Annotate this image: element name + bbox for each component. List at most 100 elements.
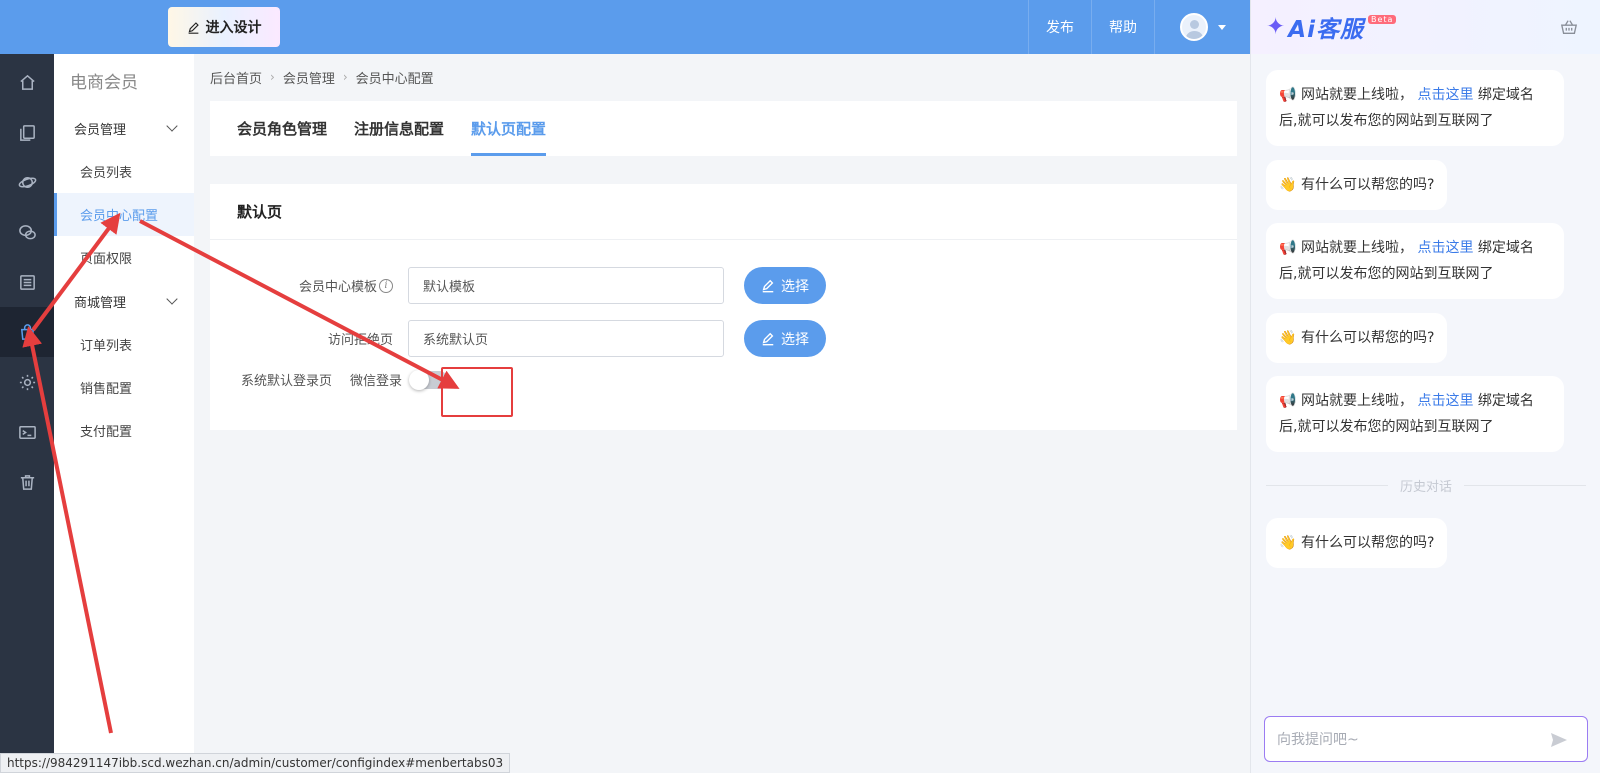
help-button[interactable]: 帮助 (1091, 0, 1154, 54)
rail-trash[interactable] (0, 457, 54, 507)
tab-default-page-config[interactable]: 默认页配置 (471, 101, 547, 156)
sidebar-item-payment-config[interactable]: 支付配置 (54, 409, 194, 452)
home-icon (19, 74, 35, 90)
sidebar-title: 电商会员 (70, 72, 138, 93)
template-input[interactable]: 默认模板 (408, 267, 724, 304)
greet-text: 有什么可以帮您的吗? (1301, 535, 1435, 551)
login-page-row: 系统默认登录页 微信登录 (210, 369, 449, 390)
deny-page-input[interactable]: 系统默认页 (408, 320, 724, 357)
sidebar-item-page-permissions[interactable]: 页面权限 (54, 236, 194, 279)
sidebar-item-member-list[interactable]: 会员列表 (54, 150, 194, 193)
breadcrumb: 后台首页 › 会员管理 › 会员中心配置 (210, 66, 434, 88)
secondary-sidebar: 电商会员 会员管理 会员列表 会员中心配置 页面权限 商城管理 订单列表 销售配… (54, 54, 194, 773)
rail-terminal[interactable] (0, 407, 54, 457)
user-menu[interactable] (1154, 0, 1250, 54)
rail-seo[interactable] (0, 157, 54, 207)
avatar[interactable] (1179, 13, 1208, 41)
greet-text: 有什么可以帮您的吗? (1301, 177, 1435, 193)
notice-text: 网站就要上线啦， (1301, 393, 1413, 409)
breadcrumb-current: 会员中心配置 (355, 71, 434, 87)
edit-icon (188, 21, 199, 34)
template-label-wrap: 会员中心模板 i (210, 276, 408, 295)
annotation-highlight-box (441, 367, 513, 417)
copy-icon (19, 124, 35, 141)
deny-label: 访问拒绝页 (327, 333, 393, 348)
choose-template-button[interactable]: 选择 (744, 267, 826, 304)
sidebar-group-label: 商城管理 (74, 295, 127, 311)
chat-input[interactable]: 向我提问吧~ (1264, 716, 1588, 762)
chat-message-greet: 👋 有什么可以帮您的吗? (1266, 313, 1448, 363)
click-here-link[interactable]: 点击这里 (1417, 87, 1473, 103)
breadcrumb-member-management[interactable]: 会员管理 (283, 68, 335, 87)
sidebar-group-label: 会员管理 (74, 122, 127, 138)
chat-message-notice: 📢 网站就要上线啦， 点击这里 绑定域名后,就可以发布您的网站到互联网了 (1266, 223, 1564, 299)
sidebar-item-member-center-config[interactable]: 会员中心配置 (54, 193, 194, 236)
choose-label: 选择 (781, 331, 809, 348)
icon-rail (0, 54, 54, 773)
chat-message-notice: 📢 网站就要上线啦， 点击这里 绑定域名后,就可以发布您的网站到互联网了 (1266, 70, 1564, 146)
beta-badge: Beta (1367, 14, 1397, 24)
notice-text: 网站就要上线啦， (1301, 240, 1413, 256)
click-here-link[interactable]: 点击这里 (1417, 240, 1473, 256)
rail-settings[interactable] (0, 357, 54, 407)
chat-message-greet: 👋 有什么可以帮您的吗? (1266, 160, 1448, 210)
choose-deny-page-button[interactable]: 选择 (744, 320, 826, 357)
ai-logo-text: Ai客服 (1288, 17, 1364, 43)
trash-icon (20, 474, 34, 490)
megaphone-icon: 📢 (1279, 87, 1297, 103)
tab-member-roles[interactable]: 会员角色管理 (237, 101, 327, 156)
chat-input-placeholder: 向我提问吧~ (1277, 732, 1359, 748)
sidebar-item-order-list[interactable]: 订单列表 (54, 323, 194, 366)
rail-home[interactable] (0, 57, 54, 107)
notice-text: 网站就要上线啦， (1301, 87, 1413, 103)
gear-icon (19, 374, 35, 390)
chevron-right-icon: › (342, 70, 348, 84)
megaphone-icon: 📢 (1279, 393, 1297, 409)
choose-label: 选择 (781, 278, 809, 295)
rail-forms[interactable] (0, 257, 54, 307)
chat-message-greet: 👋 有什么可以帮您的吗? (1266, 518, 1448, 568)
chevron-right-icon: › (270, 70, 275, 84)
tab-registration-config[interactable]: 注册信息配置 (354, 101, 444, 156)
sparkle-icon: ✦ (1266, 14, 1287, 40)
template-label: 会员中心模板 (298, 280, 377, 295)
rail-member[interactable] (0, 307, 54, 357)
planet-icon (18, 176, 36, 188)
deny-label-wrap: 访问拒绝页 (210, 329, 408, 348)
deny-page-row: 访问拒绝页 系统默认页 选择 (210, 320, 826, 357)
breadcrumb-home[interactable]: 后台首页 (210, 68, 262, 87)
waving-hand-icon: 👋 (1279, 177, 1297, 193)
ai-panel-header: ✦ Ai客服 Beta (1251, 0, 1600, 54)
sidebar-group-mall[interactable]: 商城管理 (54, 279, 194, 323)
waving-hand-icon: 👋 (1279, 535, 1297, 551)
click-here-link[interactable]: 点击这里 (1417, 393, 1473, 409)
info-icon[interactable]: i (379, 278, 393, 293)
publish-button[interactable]: 发布 (1028, 0, 1091, 54)
login-page-label: 系统默认登录页 (240, 374, 332, 389)
enter-design-button[interactable]: 进入设计 (168, 7, 280, 47)
wechat-login-label: 微信登录 (350, 374, 403, 389)
chevron-down-icon[interactable] (1217, 24, 1226, 30)
send-icon[interactable] (1549, 730, 1569, 750)
default-page-form: 默认页 会员中心模板 i 默认模板 选择 访问拒绝页 系统默认页 选择 系统默认… (210, 184, 1237, 430)
rail-wechat[interactable] (0, 207, 54, 257)
greet-text: 有什么可以帮您的吗? (1301, 330, 1435, 346)
sidebar-item-sales-config[interactable]: 销售配置 (54, 366, 194, 409)
status-url: https://984291147ibb.scd.wezhan.cn/admin… (0, 753, 511, 773)
sidebar-group-member[interactable]: 会员管理 (54, 106, 194, 150)
edit-icon (762, 279, 774, 292)
history-label: 历史对话 (1400, 480, 1453, 495)
top-actions: 发布 帮助 (1028, 0, 1250, 54)
list-icon (19, 274, 35, 290)
template-row: 会员中心模板 i 默认模板 选择 (210, 267, 826, 304)
top-header: 进入设计 发布 帮助 (0, 0, 1250, 54)
terminal-icon (18, 425, 36, 439)
rail-pages[interactable] (0, 107, 54, 157)
basket-icon[interactable] (1560, 18, 1578, 36)
waving-hand-icon: 👋 (1279, 330, 1297, 346)
tabs-bar: 会员角色管理 注册信息配置 默认页配置 (210, 101, 1237, 156)
chevron-down-icon (166, 293, 178, 305)
shopping-bag-icon (20, 323, 34, 340)
ai-chat-panel: ✦ Ai客服 Beta 📢 网站就要上线啦， 点击这里 绑定域名后,就可以发布您的… (1250, 0, 1600, 773)
chevron-down-icon (166, 120, 178, 132)
